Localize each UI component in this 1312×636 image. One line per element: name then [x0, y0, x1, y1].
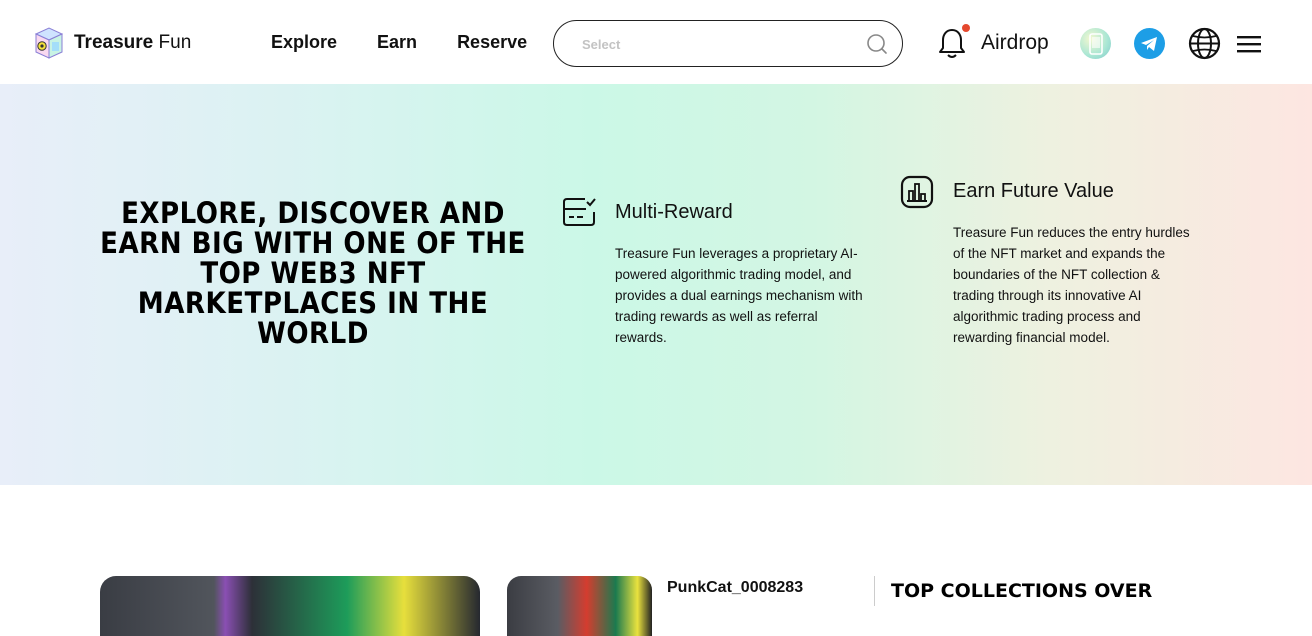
- main-nav: Explore Earn Reserve: [271, 32, 527, 53]
- feature-title: Earn Future Value: [953, 180, 1114, 202]
- globe-icon[interactable]: [1188, 27, 1221, 60]
- logo[interactable]: Treasure Fun: [30, 24, 191, 62]
- airdrop-link[interactable]: Airdrop: [981, 31, 1049, 55]
- notification-dot: [962, 24, 970, 32]
- card-check-icon: [563, 198, 596, 226]
- feature-title: Multi-Reward: [615, 201, 733, 223]
- chart-box-icon: [900, 175, 934, 209]
- search-input[interactable]: [582, 33, 852, 55]
- nft-thumbnail[interactable]: [507, 576, 652, 636]
- search-icon[interactable]: [866, 33, 888, 55]
- app-icon[interactable]: [1080, 28, 1111, 59]
- logo-text: Treasure Fun: [74, 32, 191, 54]
- phone-icon: [1088, 32, 1103, 55]
- nav-reserve[interactable]: Reserve: [457, 32, 527, 53]
- hero-title: EXPLORE, DISCOVER AND EARN BIG WITH ONE …: [100, 196, 526, 350]
- telegram-icon[interactable]: [1134, 28, 1165, 59]
- top-header: Treasure Fun Explore Earn Reserve Airdro…: [0, 0, 1312, 84]
- feature-text: Treasure Fun leverages a proprietary AI-…: [615, 246, 863, 345]
- treasure-box-logo-icon: [34, 27, 64, 59]
- logo-text-light: Fun: [158, 32, 192, 53]
- menu-icon[interactable]: [1237, 35, 1261, 53]
- nft-name[interactable]: PunkCat_0008283: [667, 579, 803, 597]
- paper-plane-icon: [1141, 37, 1157, 51]
- divider: [874, 576, 875, 606]
- featured-nft-card[interactable]: [100, 576, 480, 636]
- nav-earn[interactable]: Earn: [377, 32, 417, 53]
- search-box[interactable]: [553, 20, 903, 67]
- nav-explore[interactable]: Explore: [271, 32, 337, 53]
- feature-text: Treasure Fun reduces the entry hurdles o…: [953, 225, 1190, 345]
- logo-text-bold: Treasure: [74, 32, 154, 53]
